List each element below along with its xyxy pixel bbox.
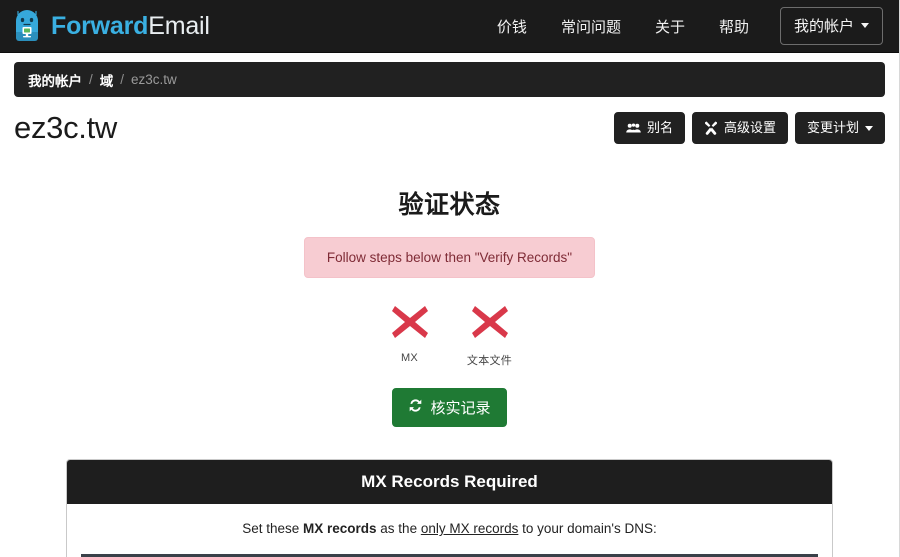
change-plan-button-label: 变更计划 (806, 120, 859, 136)
nav-link-about[interactable]: 关于 (638, 10, 702, 43)
desc-bold-mx-records: MX records (303, 521, 377, 537)
my-account-label: 我的帐户 (793, 18, 854, 35)
nav-link-faq[interactable]: 常问问题 (544, 10, 638, 43)
top-navbar: ForwardEmail 价钱 常问问题 关于 帮助 我的帐户 (0, 0, 899, 53)
brand-logo-link[interactable]: ForwardEmail (12, 9, 210, 43)
red-x-icon (381, 303, 439, 341)
mx-records-card-header: MX Records Required (67, 460, 832, 505)
sync-refresh-icon (408, 398, 423, 417)
breadcrumb-container: 我的帐户 / 域 / ez3c.tw (0, 53, 899, 97)
verify-records-button[interactable]: 核实记录 (392, 388, 507, 428)
verification-status-heading: 验证状态 (398, 191, 501, 220)
breadcrumb-separator: / (120, 72, 125, 87)
users-icon (626, 122, 641, 134)
advanced-settings-button-label: 高级设置 (723, 120, 776, 136)
aliases-button-label: 别名 (646, 120, 673, 136)
page-title: ez3c.tw (14, 110, 117, 145)
verification-alert: Follow steps below then "Verify Records" (303, 237, 596, 279)
change-plan-dropdown-button[interactable]: 变更计划 (794, 112, 885, 144)
mx-records-card: MX Records Required Set these MX records… (66, 459, 833, 557)
page-action-buttons: 别名 高级设置 变更计划 (613, 112, 885, 144)
desc-part-1: Set these (242, 521, 304, 537)
page-root: ForwardEmail 价钱 常问问题 关于 帮助 我的帐户 我的帐户 / 域… (0, 0, 900, 557)
record-status-mx-label: MX (400, 352, 419, 365)
breadcrumb-item-my-account[interactable]: 我的帐户 (28, 70, 82, 90)
mx-records-card-body: Set these MX records as the only MX reco… (67, 504, 832, 557)
record-status-list: MX 文本文件 (0, 303, 899, 368)
mx-records-description: Set these MX records as the only MX reco… (81, 521, 818, 536)
breadcrumb-item-domains[interactable]: 域 (100, 70, 114, 90)
caret-down-icon (861, 23, 869, 28)
forward-email-mascot-icon (12, 9, 42, 43)
desc-underline-only-mx-records: only MX records (420, 521, 519, 537)
aliases-button[interactable]: 别名 (613, 112, 685, 144)
navbar-right-links: 价钱 常问问题 关于 帮助 我的帐户 (480, 7, 883, 45)
verify-records-button-label: 核实记录 (430, 400, 491, 418)
record-status-txt-label: 文本文件 (466, 355, 513, 368)
brand-text-email: Email (148, 11, 210, 40)
nav-link-help[interactable]: 帮助 (702, 10, 766, 43)
red-x-icon (461, 303, 519, 341)
record-status-mx: MX (381, 303, 439, 368)
my-account-dropdown-button[interactable]: 我的帐户 (779, 7, 883, 45)
breadcrumb: 我的帐户 / 域 / ez3c.tw (14, 62, 885, 97)
page-title-row: ez3c.tw 别名 高级设置 变更计划 (0, 97, 899, 145)
advanced-settings-button[interactable]: 高级设置 (691, 112, 788, 144)
caret-down-icon (865, 125, 873, 131)
tools-icon (704, 121, 718, 135)
breadcrumb-item-current-domain: ez3c.tw (131, 72, 177, 87)
brand-text: ForwardEmail (51, 11, 210, 40)
desc-part-2: as the (376, 521, 421, 537)
verification-section: 验证状态 Follow steps below then "Verify Rec… (0, 145, 899, 428)
record-status-txt: 文本文件 (461, 303, 519, 368)
nav-link-pricing[interactable]: 价钱 (480, 10, 544, 43)
brand-text-forward: Forward (51, 11, 149, 40)
desc-part-3: to your domain's DNS: (518, 521, 657, 537)
breadcrumb-separator: / (89, 72, 93, 87)
